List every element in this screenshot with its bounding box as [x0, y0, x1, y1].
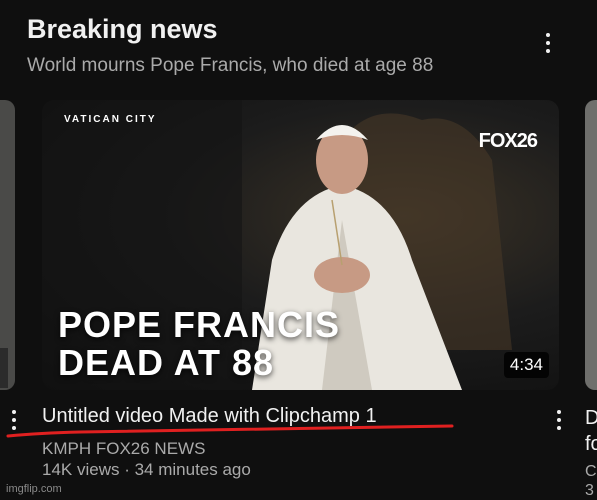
thumbnail-headline-line1: POPE FRANCIS [58, 304, 341, 345]
thumbnail-headline-line2: DEAD AT 88 [58, 342, 275, 383]
video-meta: 14K views · 34 minutes ago [42, 460, 251, 479]
video-thumbnail[interactable]: VATICAN CITY FOX26 POPE FRANCIS DEAD AT … [42, 100, 559, 390]
more-vert-icon [546, 33, 550, 37]
channel-name[interactable]: KMPH FOX26 NEWS [42, 439, 205, 459]
more-vert-icon [12, 410, 16, 414]
thumbnail-headline: POPE FRANCIS DEAD AT 88 [58, 306, 340, 382]
next-video-more-button[interactable] [557, 410, 561, 430]
previous-video-thumbnail-peek[interactable] [0, 100, 15, 390]
watermark: imgflip.com [6, 483, 62, 495]
section-title: Breaking news [27, 14, 218, 44]
next-video-thumbnail-peek[interactable] [585, 100, 597, 390]
next-video-meta-partial: C 3 [585, 463, 597, 499]
fox26-logo: FOX26 [478, 130, 538, 152]
section-more-button[interactable] [546, 33, 550, 53]
more-vert-icon [557, 410, 561, 414]
next-video-title-partial[interactable]: D fo [585, 405, 597, 457]
thumbnail-location-label: VATICAN CITY [64, 114, 157, 125]
section-subtitle: World mourns Pope Francis, who died at a… [27, 55, 434, 76]
duration-badge: 4:34 [503, 352, 549, 378]
